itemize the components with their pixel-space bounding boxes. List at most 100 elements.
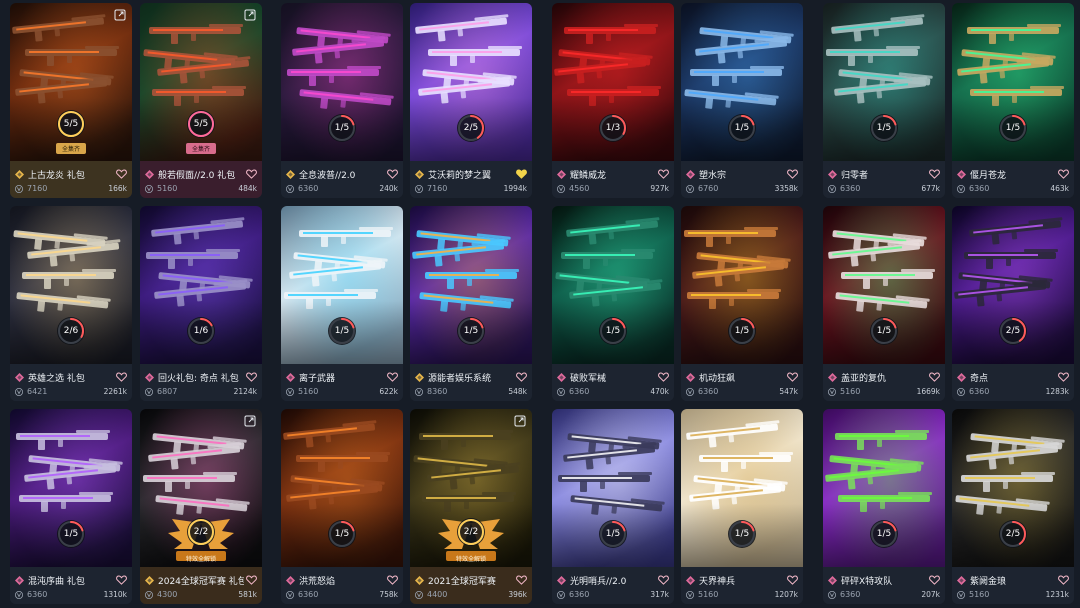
like-count: 547k [779,387,798,396]
heart-icon[interactable] [246,575,257,585]
heart-icon[interactable] [116,575,127,585]
bundle-name: 盖亚的复仇 [841,373,887,384]
bundle-card[interactable]: 2/5 紫阙金琅 5160 1231k [952,409,1074,604]
bundle-card[interactable]: 1/5 混沌序曲 礼包 6360 1310k [10,409,132,604]
share-icon[interactable] [244,415,256,427]
tier-diamond-icon [686,169,695,179]
bundle-card[interactable]: 1/5 破败军械 6360 470k [552,206,674,401]
heart-icon[interactable] [787,169,798,179]
bundle-info: 奇点 6360 1283k [952,364,1074,401]
bundle-card[interactable]: 1/5 源能者娱乐系统 8360 548k [410,206,532,401]
like-count: 927k [650,184,669,193]
bundle-card[interactable]: 5/5 上古龙炎 礼包 7160 166k 全集齐 [10,3,132,198]
bundle-name: 英雄之选 礼包 [28,373,85,384]
like-count: 677k [921,184,940,193]
tier-diamond-icon [415,372,424,382]
heart-icon[interactable] [116,372,127,382]
vp-currency-icon [957,387,965,396]
heart-icon[interactable] [929,372,940,382]
like-count: 240k [379,184,398,193]
heart-icon[interactable] [658,372,669,382]
collection-progress-ring: 1/5 [327,316,357,346]
bundle-card[interactable]: 2/5 艾沃莉的梦之翼 7160 1994k [410,3,532,198]
vp-currency-icon [145,184,153,193]
bundle-card[interactable]: 1/5 砰砰X特攻队 6360 207k [823,409,945,604]
share-icon[interactable] [114,9,126,21]
heart-icon[interactable] [787,575,798,585]
bundle-card[interactable]: 1/3 耀鳞威龙 4560 927k [552,3,674,198]
heart-icon[interactable] [787,372,798,382]
heart-icon[interactable] [658,169,669,179]
heart-icon[interactable] [929,169,940,179]
like-count: 3358k [774,184,798,193]
collection-progress-text: 1/5 [876,123,892,133]
like-count: 1669k [916,387,940,396]
bundle-name: 艾沃莉的梦之翼 [428,170,492,181]
heart-icon[interactable] [246,372,257,382]
heart-icon[interactable] [516,372,527,382]
bundle-card[interactable]: 2/6 英雄之选 礼包 6421 2261k [10,206,132,401]
share-icon[interactable] [514,415,526,427]
bundle-info: 上古龙炎 礼包 7160 166k [10,161,132,198]
bundle-price: 5160 [698,590,719,599]
heart-icon[interactable] [929,575,940,585]
bundle-card[interactable]: 2/5 奇点 6360 1283k [952,206,1074,401]
collection-progress-text: 2/6 [63,326,79,336]
share-icon[interactable] [244,9,256,21]
heart-icon[interactable] [516,575,527,585]
bundle-price: 6421 [27,387,48,396]
collection-progress-text: 1/5 [876,529,892,539]
bundle-price: 7160 [27,184,48,193]
collection-progress-text: 1/5 [734,529,750,539]
vp-currency-icon [557,184,565,193]
bundle-card[interactable]: 2/2 2024全球冠军赛 礼包 4300 581k 特效全解锁 [140,409,262,604]
heart-icon[interactable] [658,575,669,585]
heart-icon[interactable] [387,169,398,179]
vp-currency-icon [828,387,836,396]
bundle-card[interactable]: 1/5 离子武器 5160 622k [281,206,403,401]
tier-diamond-icon [286,575,295,585]
heart-icon[interactable] [387,575,398,585]
tier-diamond-icon [828,372,837,382]
bundle-card[interactable]: 1/6 回火礼包: 奇点 礼包 6807 2124k [140,206,262,401]
collection-progress-text: 1/3 [605,123,621,133]
bundle-card[interactable]: 1/5 偃月苍龙 6360 463k [952,3,1074,198]
collection-progress-ring: 1/5 [869,316,899,346]
heart-icon[interactable] [1058,169,1069,179]
bundle-info: 盖亚的复仇 5160 1669k [823,364,945,401]
bundle-card[interactable]: 1/5 光明哨兵//2.0 6360 317k [552,409,674,604]
like-count: 1310k [103,590,127,599]
like-count: 207k [921,590,940,599]
bundle-name: 砰砰X特攻队 [841,576,893,587]
like-count: 548k [508,387,527,396]
heart-icon[interactable] [387,372,398,382]
heart-icon[interactable] [1058,372,1069,382]
bundle-info: 2024全球冠军赛 礼包 4300 581k [140,567,262,604]
bundle-card[interactable]: 1/5 机动狂飙 6360 547k [681,206,803,401]
bundle-card[interactable]: 1/5 盖亚的复仇 5160 1669k [823,206,945,401]
bundle-price: 5160 [969,590,990,599]
collection-progress-ring: 1/3 [598,113,628,143]
bundle-card[interactable]: 1/5 全息波普//2.0 6360 240k [281,3,403,198]
bundle-info: 全息波普//2.0 6360 240k [281,161,403,198]
bundle-card[interactable]: 1/5 洪荒怒焰 6360 758k [281,409,403,604]
heart-icon[interactable] [516,169,527,179]
vp-currency-icon [828,184,836,193]
bundle-card[interactable]: 1/5 归零者 6360 677k [823,3,945,198]
bundle-name: 全息波普//2.0 [299,170,356,181]
bundle-info: 破败军械 6360 470k [552,364,674,401]
bundle-info: 英雄之选 礼包 6421 2261k [10,364,132,401]
bundle-info: 紫阙金琅 5160 1231k [952,567,1074,604]
heart-icon[interactable] [1058,575,1069,585]
bundle-card[interactable]: 1/5 天界神兵 5160 1207k [681,409,803,604]
collection-progress-text: 2/5 [1005,326,1021,336]
bundle-card[interactable]: 5/5 般若假面//2.0 礼包 5160 484k 全集齐 [140,3,262,198]
bundle-card[interactable]: 1/5 塑水宗 6760 3358k [681,3,803,198]
collection-progress-text: 1/5 [463,326,479,336]
bundle-card[interactable]: 2/2 2021全球冠军赛 4400 396k 特效全解锁 [410,409,532,604]
heart-icon[interactable] [246,169,257,179]
collection-progress-ring: 1/5 [998,113,1028,143]
heart-icon[interactable] [116,169,127,179]
collection-progress-text: 2/2 [463,527,479,537]
vp-currency-icon [15,387,23,396]
